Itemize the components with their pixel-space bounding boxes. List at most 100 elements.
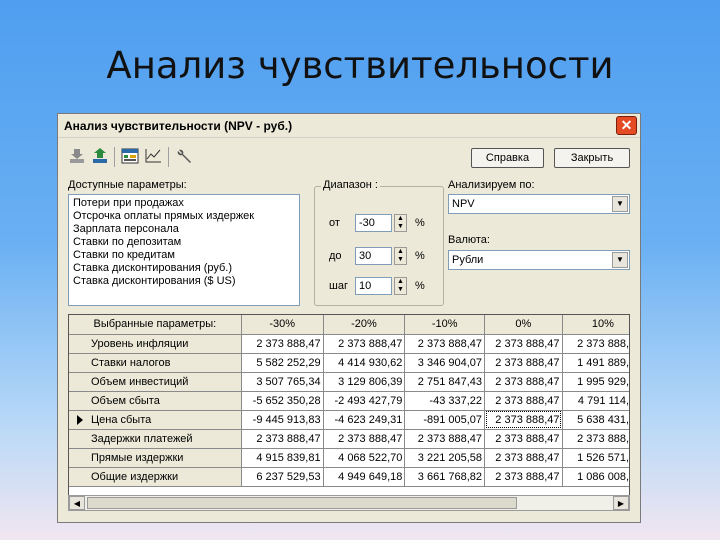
- grid-cell[interactable]: 3 661 768,82: [404, 467, 486, 487]
- grid-cell[interactable]: -9 445 913,83: [241, 410, 324, 430]
- range-from-input[interactable]: -30: [355, 214, 392, 232]
- grid-cell[interactable]: 1 526 571,36: [562, 448, 629, 468]
- grid-cell[interactable]: -4 623 249,31: [323, 410, 406, 430]
- row-header[interactable]: Объем сбыта: [69, 391, 242, 411]
- grid-cell[interactable]: -2 493 427,79: [323, 391, 406, 411]
- currency-select[interactable]: Рубли ▼: [448, 250, 630, 270]
- list-item[interactable]: Ставка дисконтирования ($ US): [73, 275, 295, 288]
- grid-cell[interactable]: 4 068 522,70: [323, 448, 406, 468]
- table-calc-icon[interactable]: [121, 148, 139, 164]
- table-row[interactable]: Ставки налогов 5 582 252,29 4 414 930,62 3 …: [69, 353, 629, 373]
- grid-cell[interactable]: 2 373 888,47: [484, 353, 563, 373]
- table-row[interactable]: Цена сбыта -9 445 913,83 -4 623 249,31 -891…: [69, 410, 629, 430]
- grid-cell[interactable]: 2 373 888,47: [484, 334, 563, 354]
- grid-cell[interactable]: 2 373 888,47: [241, 334, 324, 354]
- analyze-select[interactable]: NPV ▼: [448, 194, 630, 214]
- results-grid[interactable]: Выбранные параметры:-30%-20%-10%0%10%2Ур…: [68, 314, 630, 510]
- list-item[interactable]: Зарплата персонала: [73, 223, 295, 236]
- grid-cell[interactable]: 3 129 806,39: [323, 372, 406, 392]
- table-row[interactable]: Прямые издержки 4 915 839,81 4 068 522,70 3…: [69, 448, 629, 468]
- grid-cell[interactable]: 2 373 888,47: [562, 429, 629, 449]
- grid-cell[interactable]: -43 337,22: [404, 391, 486, 411]
- grid-header-cell[interactable]: -30%: [241, 315, 324, 335]
- help-button[interactable]: Справка: [471, 148, 544, 168]
- grid-cell[interactable]: 1 491 889,02: [562, 353, 629, 373]
- grid-cell[interactable]: 3 346 904,07: [404, 353, 486, 373]
- grid-header-cell[interactable]: 10%: [562, 315, 629, 335]
- list-item[interactable]: Потери при продажах: [73, 197, 295, 210]
- horizontal-scrollbar[interactable]: ◀ ▶: [68, 495, 630, 511]
- grid-cell[interactable]: 2 373 888,47: [484, 448, 563, 468]
- grid-cell[interactable]: -5 652 350,28: [241, 391, 324, 411]
- close-button[interactable]: Закрыть: [554, 148, 630, 168]
- sensitivity-dialog: Анализ чувствительности (NPV - руб.) ✕ С…: [57, 113, 641, 523]
- table-row[interactable]: Задержки платежей 2 373 888,47 2 373 888,4…: [69, 429, 629, 449]
- table-row[interactable]: Объем сбыта -5 652 350,28 -2 493 427,79 -43…: [69, 391, 629, 411]
- grid-cell[interactable]: 2 373 888,47: [484, 391, 563, 411]
- range-step-spinner[interactable]: ▲ ▼: [394, 277, 407, 295]
- row-label: Уровень инфляции: [91, 337, 189, 350]
- grid-cell[interactable]: 2 751 847,43: [404, 372, 486, 392]
- line-chart-icon[interactable]: [144, 148, 162, 164]
- row-header[interactable]: Цена сбыта: [69, 410, 242, 430]
- wrench-icon[interactable]: [175, 148, 193, 164]
- grid-cell[interactable]: 2 373 888,47: [404, 429, 486, 449]
- grid-header-cell[interactable]: -10%: [404, 315, 486, 335]
- row-header[interactable]: Объем инвестиций: [69, 372, 242, 392]
- grid-header-cell[interactable]: 0%: [484, 315, 563, 335]
- scroll-right-icon[interactable]: ▶: [613, 496, 629, 510]
- table-row[interactable]: Общие издержки 6 237 529,53 4 949 649,18 3 …: [69, 467, 629, 487]
- table-row[interactable]: Объем инвестиций 3 507 765,34 3 129 806,39…: [69, 372, 629, 392]
- row-header[interactable]: Ставки налогов: [69, 353, 242, 373]
- current-row-icon: [77, 414, 83, 425]
- grid-cell[interactable]: 1 995 929,51: [562, 372, 629, 392]
- grid-cell[interactable]: 2 373 888,47: [484, 467, 563, 487]
- scroll-left-icon[interactable]: ◀: [69, 496, 85, 510]
- grid-header-cell[interactable]: -20%: [323, 315, 406, 335]
- available-params-list[interactable]: Потери при продажах Отсрочка оплаты прям…: [68, 194, 300, 306]
- table-row[interactable]: Уровень инфляции 2 373 888,47 2 373 888,47…: [69, 334, 629, 354]
- row-label: Задержки платежей: [91, 432, 193, 445]
- row-label: Объем инвестиций: [91, 375, 189, 388]
- chevron-down-icon[interactable]: ▼: [612, 196, 628, 212]
- grid-cell[interactable]: 5 582 252,29: [241, 353, 324, 373]
- grid-cell[interactable]: 2 373 888,47: [484, 429, 563, 449]
- grid-header-params[interactable]: Выбранные параметры:: [69, 315, 242, 335]
- grid-cell[interactable]: 4 949 649,18: [323, 467, 406, 487]
- range-to-input[interactable]: 30: [355, 247, 392, 265]
- grid-cell[interactable]: -891 005,07: [404, 410, 486, 430]
- grid-cell[interactable]: 2 373 888,47: [484, 410, 563, 430]
- row-header[interactable]: Задержки платежей: [69, 429, 242, 449]
- list-item[interactable]: Ставка дисконтирования (руб.): [73, 262, 295, 275]
- list-item[interactable]: Ставки по кредитам: [73, 249, 295, 262]
- arrow-up-icon[interactable]: [91, 148, 109, 164]
- grid-cell[interactable]: 5 638 431,27: [562, 410, 629, 430]
- grid-cell[interactable]: 2 373 888,47: [323, 334, 406, 354]
- grid-cell[interactable]: 2 373 888,47: [241, 429, 324, 449]
- row-header[interactable]: Общие издержки: [69, 467, 242, 487]
- close-icon[interactable]: ✕: [616, 116, 637, 135]
- dialog-titlebar[interactable]: Анализ чувствительности (NPV - руб.) ✕: [58, 114, 640, 138]
- grid-cell[interactable]: 3 507 765,34: [241, 372, 324, 392]
- row-label: Прямые издержки: [91, 451, 184, 464]
- list-item[interactable]: Ставки по депозитам: [73, 236, 295, 249]
- grid-cell[interactable]: 3 221 205,58: [404, 448, 486, 468]
- arrow-down-icon[interactable]: [68, 148, 86, 164]
- grid-cell[interactable]: 2 373 888,47: [323, 429, 406, 449]
- range-step-input[interactable]: 10: [355, 277, 392, 295]
- grid-cell[interactable]: 4 414 930,62: [323, 353, 406, 373]
- list-item[interactable]: Отсрочка оплаты прямых издержек: [73, 210, 295, 223]
- grid-cell[interactable]: 2 373 888,47: [484, 372, 563, 392]
- grid-cell[interactable]: 4 915 839,81: [241, 448, 324, 468]
- scroll-thumb[interactable]: [87, 497, 517, 509]
- grid-cell[interactable]: 1 086 008,12: [562, 467, 629, 487]
- grid-cell[interactable]: 6 237 529,53: [241, 467, 324, 487]
- range-to-spinner[interactable]: ▲ ▼: [394, 247, 407, 265]
- grid-cell[interactable]: 4 791 114,15: [562, 391, 629, 411]
- chevron-down-icon[interactable]: ▼: [612, 252, 628, 268]
- row-header[interactable]: Уровень инфляции: [69, 334, 242, 354]
- grid-cell[interactable]: 2 373 888,47: [562, 334, 629, 354]
- range-from-spinner[interactable]: ▲ ▼: [394, 214, 407, 232]
- grid-cell[interactable]: 2 373 888,47: [404, 334, 486, 354]
- row-header[interactable]: Прямые издержки: [69, 448, 242, 468]
